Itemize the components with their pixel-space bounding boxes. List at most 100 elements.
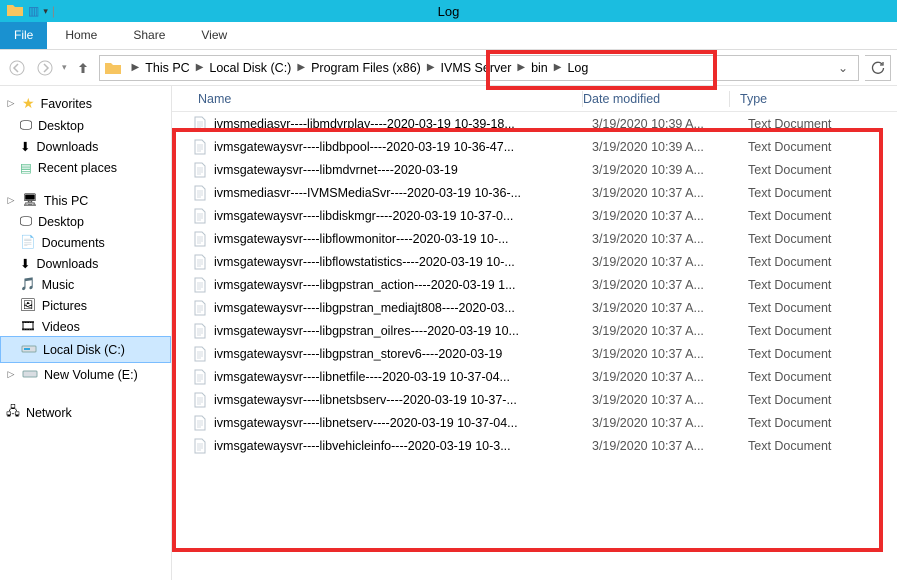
sidebar-item-documents[interactable]: 📄Documents [0,232,171,253]
file-row[interactable]: ivmsgatewaysvr----libnetserv----2020-03-… [172,411,897,434]
file-name: ivmsgatewaysvr----libmdvrnet----2020-03-… [214,163,592,177]
column-date[interactable]: Date modified [583,92,729,106]
file-type: Text Document [738,186,831,200]
documents-icon: 📄 [20,235,36,250]
downloads-icon: ⬇ [20,139,30,154]
text-document-icon [192,116,208,132]
sidebar-label: Favorites [41,97,92,111]
expand-icon[interactable]: ▷ [6,98,16,109]
file-type: Text Document [738,416,831,430]
file-list: ivmsmediasvr----libmdvrplay----2020-03-1… [172,112,897,457]
recent-icon: ▤ [20,160,32,175]
file-row[interactable]: ivmsgatewaysvr----libvehicleinfo----2020… [172,434,897,457]
file-row[interactable]: ivmsgatewaysvr----libgpstran_mediajt808-… [172,296,897,319]
breadcrumb-program-files[interactable]: Program Files (x86) [309,56,423,80]
sidebar-item-desktop2[interactable]: 🖵Desktop [0,211,171,232]
file-date: 3/19/2020 10:39 A... [592,163,738,177]
chevron-right-icon[interactable]: ▶ [293,62,309,73]
file-date: 3/19/2020 10:39 A... [592,140,738,154]
sidebar-item-local-disk-c[interactable]: Local Disk (C:) [0,336,171,363]
file-row[interactable]: ivmsmediasvr----IVMSMediaSvr----2020-03-… [172,181,897,204]
column-type[interactable]: Type [730,92,897,106]
chevron-right-icon[interactable]: ▶ [423,62,439,73]
breadcrumb-ivms[interactable]: IVMS Server [439,56,514,80]
file-name: ivmsgatewaysvr----libdiskmgr----2020-03-… [214,209,592,223]
tab-file[interactable]: File [0,22,47,49]
drive-icon [22,365,38,384]
file-type: Text Document [738,324,831,338]
music-icon: 🎵 [20,277,36,292]
breadcrumb-bin[interactable]: bin [529,56,550,80]
sidebar-item-desktop[interactable]: 🖵Desktop [0,115,171,136]
file-date: 3/19/2020 10:37 A... [592,255,738,269]
sidebar-item-recent[interactable]: ▤Recent places [0,157,171,178]
file-date: 3/19/2020 10:37 A... [592,370,738,384]
sidebar-item-videos[interactable]: 🎞Videos [0,316,171,337]
forward-button[interactable] [34,57,56,79]
file-date: 3/19/2020 10:37 A... [592,186,738,200]
file-type: Text Document [738,163,831,177]
window-title: Log [438,4,460,19]
text-document-icon [192,369,208,385]
sidebar-item-downloads[interactable]: ⬇Downloads [0,136,171,157]
qat-dropdown-icon[interactable]: ▾ [43,6,48,17]
sidebar-network[interactable]: 🖧 Network [0,399,171,426]
file-date: 3/19/2020 10:37 A... [592,278,738,292]
file-row[interactable]: ivmsgatewaysvr----libmdvrnet----2020-03-… [172,158,897,181]
file-row[interactable]: ivmsgatewaysvr----libnetfile----2020-03-… [172,365,897,388]
file-row[interactable]: ivmsgatewaysvr----libflowstatistics----2… [172,250,897,273]
file-row[interactable]: ivmsgatewaysvr----libflowmonitor----2020… [172,227,897,250]
sidebar-item-pictures[interactable]: 🖼Pictures [0,295,171,316]
chevron-right-icon[interactable]: ▶ [128,62,144,73]
file-type: Text Document [738,439,831,453]
file-name: ivmsgatewaysvr----libgpstran_oilres----2… [214,324,592,338]
folder-icon [6,3,24,20]
tab-home[interactable]: Home [47,22,115,49]
expand-icon[interactable]: ▷ [6,195,16,206]
file-date: 3/19/2020 10:37 A... [592,301,738,315]
history-dropdown-icon[interactable]: ▾ [62,62,67,73]
chevron-right-icon[interactable]: ▶ [192,62,208,73]
file-name: ivmsgatewaysvr----libflowmonitor----2020… [214,232,592,246]
file-row[interactable]: ivmsgatewaysvr----libgpstran_storev6----… [172,342,897,365]
chevron-right-icon[interactable]: ▶ [513,62,529,73]
file-name: ivmsgatewaysvr----libvehicleinfo----2020… [214,439,592,453]
breadcrumb-this-pc[interactable]: This PC [143,56,191,80]
file-row[interactable]: ivmsmediasvr----libmdvrplay----2020-03-1… [172,112,897,135]
file-date: 3/19/2020 10:37 A... [592,416,738,430]
tab-view[interactable]: View [183,22,245,49]
folder-icon [104,61,122,75]
file-row[interactable]: ivmsgatewaysvr----libgpstran_oilres----2… [172,319,897,342]
drive-icon [21,340,37,359]
file-row[interactable]: ivmsgatewaysvr----libdiskmgr----2020-03-… [172,204,897,227]
file-name: ivmsmediasvr----libmdvrplay----2020-03-1… [214,117,592,131]
file-row[interactable]: ivmsgatewaysvr----libgpstran_action----2… [172,273,897,296]
refresh-button[interactable] [865,55,891,81]
file-type: Text Document [738,140,831,154]
file-date: 3/19/2020 10:37 A... [592,393,738,407]
tab-share[interactable]: Share [115,22,183,49]
up-button[interactable] [73,58,93,78]
breadcrumb-log[interactable]: Log [565,56,590,80]
text-document-icon [192,162,208,178]
file-type: Text Document [738,117,831,131]
sidebar-item-downloads2[interactable]: ⬇Downloads [0,253,171,274]
sidebar-favorites[interactable]: ▷ ★ Favorites [0,92,171,115]
sidebar-label: This PC [44,194,88,208]
column-name[interactable]: Name [172,92,582,106]
sidebar-this-pc[interactable]: ▷ 🖥 This PC [0,190,171,211]
file-row[interactable]: ivmsgatewaysvr----libdbpool----2020-03-1… [172,135,897,158]
expand-icon[interactable]: ▷ [6,369,16,380]
breadcrumb-local-disk[interactable]: Local Disk (C:) [207,56,293,80]
text-document-icon [192,208,208,224]
back-button[interactable] [6,57,28,79]
file-list-pane: Name Date modified Type ivmsmediasvr----… [172,86,897,580]
sidebar-item-music[interactable]: 🎵Music [0,274,171,295]
file-row[interactable]: ivmsgatewaysvr----libnetsbserv----2020-0… [172,388,897,411]
address-dropdown-icon[interactable]: ⌄ [832,61,854,75]
file-name: ivmsgatewaysvr----libnetsbserv----2020-0… [214,393,592,407]
sidebar-item-new-volume-e[interactable]: ▷New Volume (E:) [0,362,171,387]
address-bar[interactable]: ▶ This PC ▶ Local Disk (C:) ▶ Program Fi… [99,55,859,81]
properties-icon[interactable]: ▥ [28,4,39,18]
chevron-right-icon[interactable]: ▶ [550,62,566,73]
